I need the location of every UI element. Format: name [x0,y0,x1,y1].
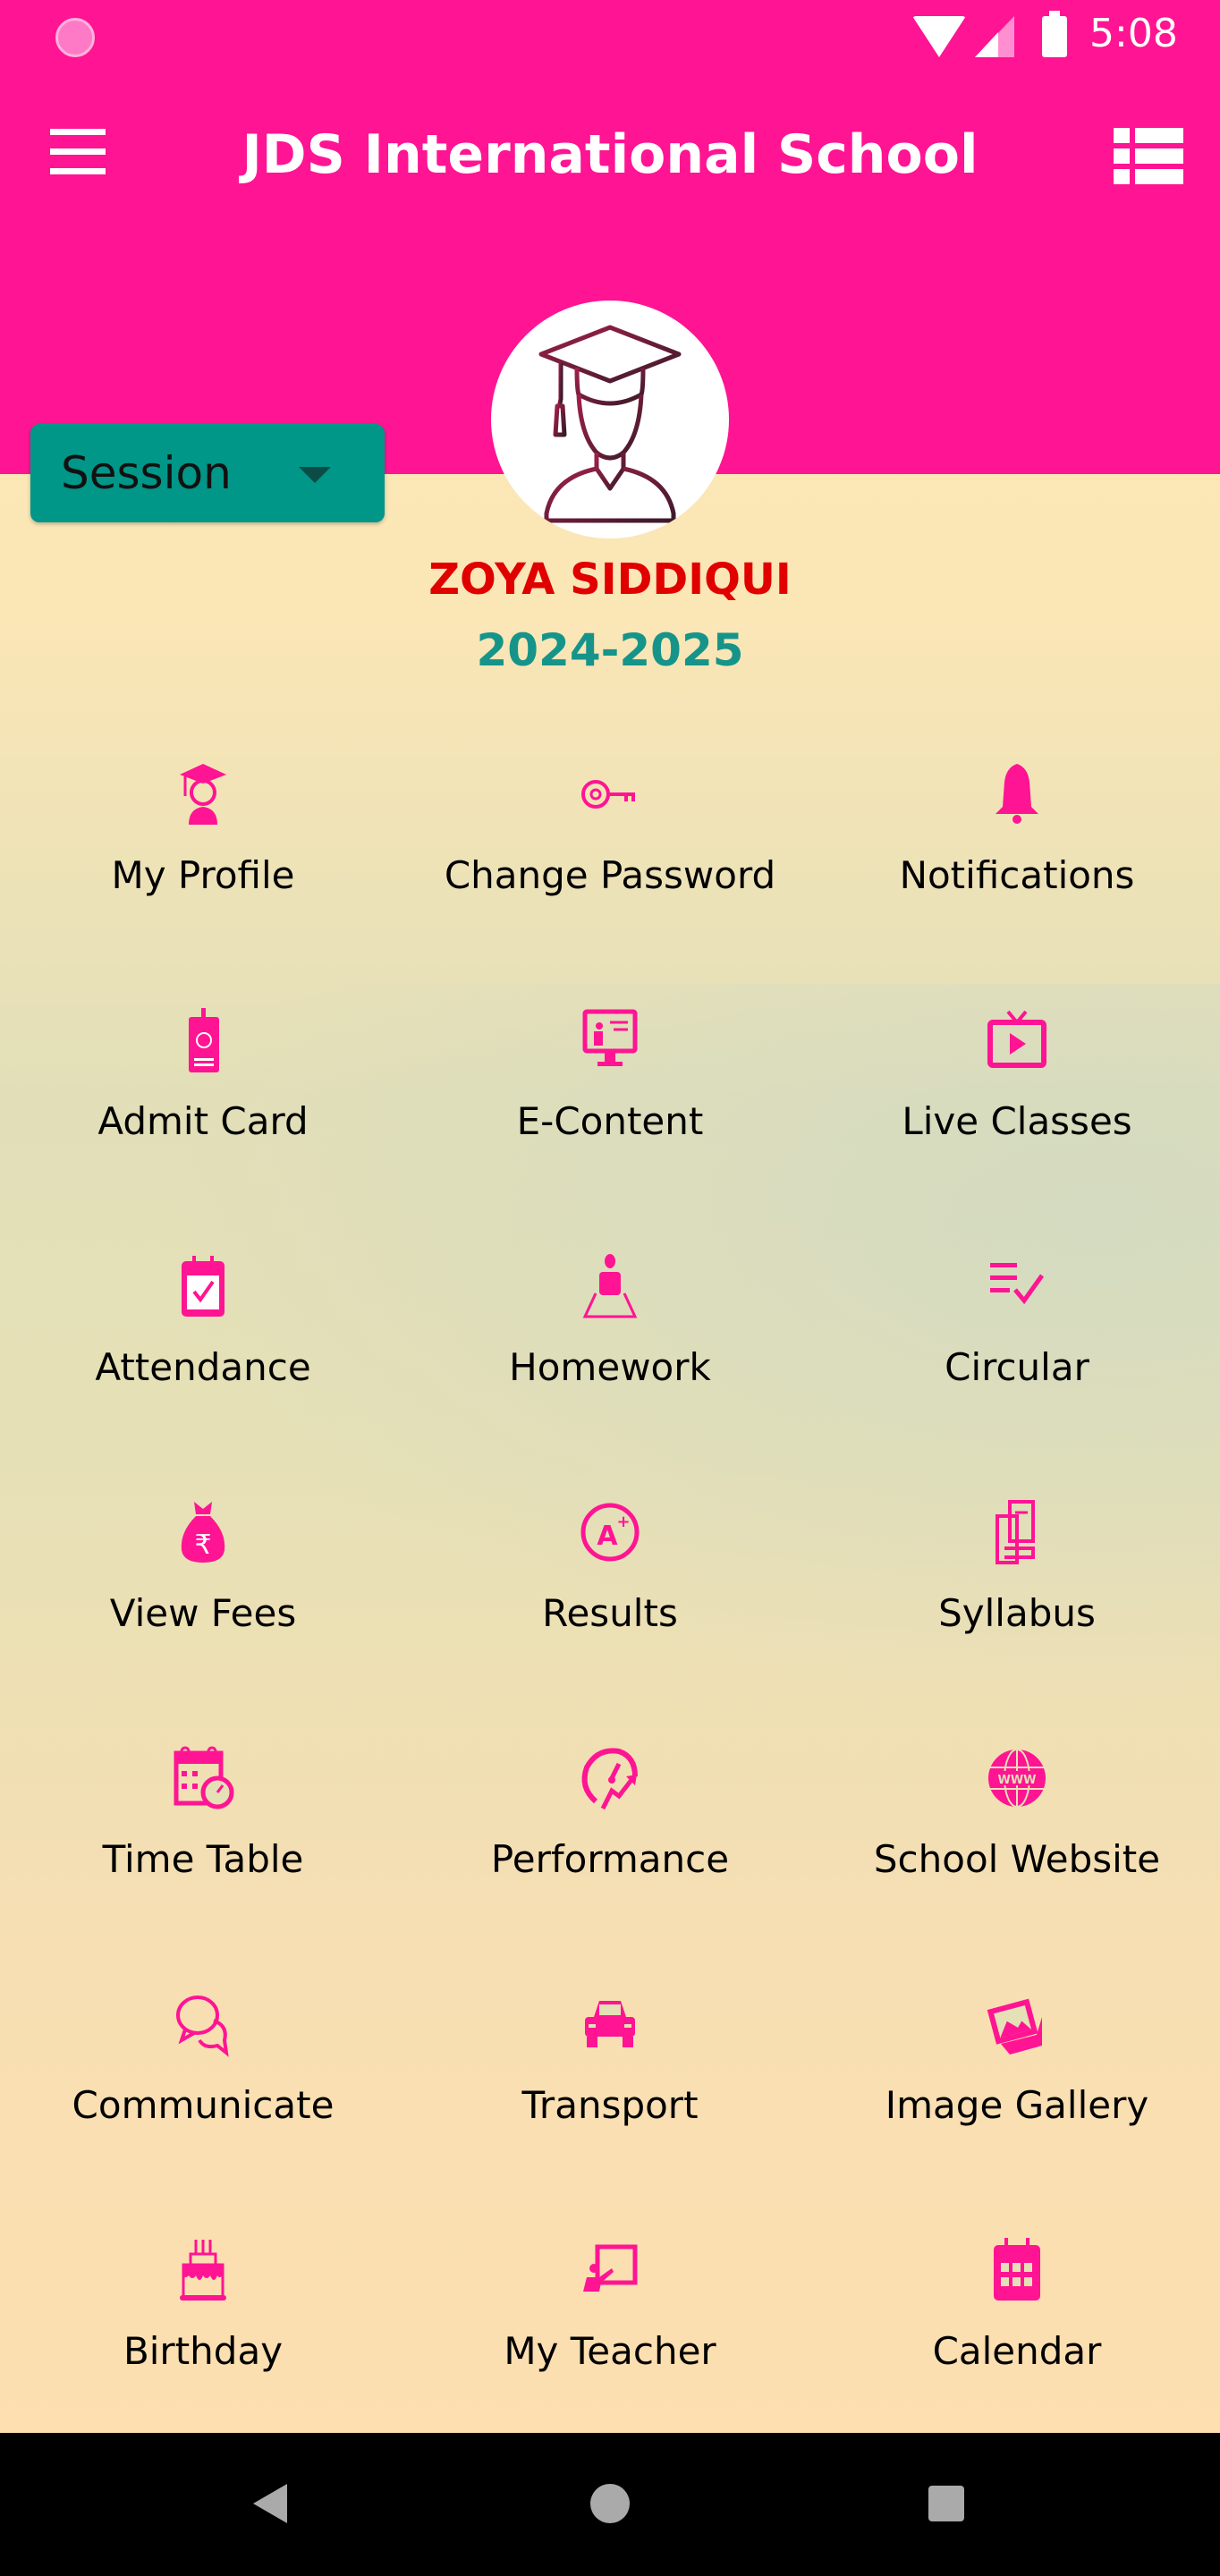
menu-item-change-password[interactable]: Change Password [407,733,813,979]
menu-item-my-profile[interactable]: My Profile [0,733,406,979]
menu-item-label: My Teacher [504,2329,716,2373]
id-card-icon [189,1008,219,1072]
money-bag-rupee-icon: ₹ [181,1502,225,1563]
graduate-avatar-icon [538,325,682,523]
calendar-check-icon [182,1256,225,1317]
page-title: JDS International School [241,123,979,186]
menu-item-performance[interactable]: Performance [407,1717,813,1963]
menu-item-calendar[interactable]: Calendar [814,2209,1220,2455]
menu-item-label: View Fees [109,1591,297,1635]
teacher-board-icon [583,2244,638,2292]
chevron-down-icon [299,467,331,483]
menu-item-label: Notifications [899,853,1135,897]
books-icon [995,1500,1035,1564]
menu-item-label: Transport [521,2083,699,2127]
avatar[interactable] [491,301,729,538]
student-name: ZOYA SIDDIQUI [428,555,792,605]
list-view-icon[interactable] [1114,128,1183,185]
status-bar: 5:08 [0,0,1220,73]
back-icon[interactable] [253,2484,287,2523]
menu-item-homework[interactable]: Homework [407,1225,813,1471]
app-notification-icon [55,18,95,57]
monitor-teacher-icon [582,1009,638,1066]
menu-item-label: Calendar [932,2329,1102,2373]
svg-text:WWW: WWW [997,1774,1036,1787]
menu-item-label: Time Table [102,1837,304,1881]
menu-item-school-website[interactable]: WWW School Website [814,1717,1220,1963]
list-check-icon [990,1263,1045,1305]
menu-item-label: Results [542,1591,678,1635]
wifi-icon [912,16,966,57]
menu-item-label: Communicate [72,2083,335,2127]
menu-item-live-classes[interactable]: Live Classes [814,979,1220,1225]
menu-item-label: Admit Card [97,1099,309,1143]
calendar-clock-icon [174,1746,234,1809]
menu-item-label: Change Password [444,853,776,897]
menu-item-birthday[interactable]: Birthday [0,2209,406,2455]
graduate-icon [180,764,226,825]
session-year: 2024-2025 [476,624,744,676]
key-icon [581,780,635,809]
menu-item-label: My Profile [111,853,295,897]
grade-a-plus-icon: A + [580,1503,640,1562]
menu-item-communicate[interactable]: Communicate [0,1963,406,2209]
menu-item-label: Birthday [123,2329,284,2373]
menu-item-label: Circular [945,1345,1089,1389]
car-icon [585,2001,635,2047]
menu-item-view-fees[interactable]: ₹ View Fees [0,1471,406,1717]
menu-item-label: Performance [490,1837,730,1881]
menu-item-notifications[interactable]: Notifications [814,733,1220,979]
menu-item-my-teacher[interactable]: My Teacher [407,2209,813,2455]
menu-item-e-content[interactable]: E-Content [407,979,813,1225]
menu-item-label: Image Gallery [885,2083,1149,2127]
status-time: 5:08 [1089,11,1178,56]
home-icon[interactable] [590,2484,630,2523]
menu-item-label: Attendance [95,1345,311,1389]
recents-icon[interactable] [928,2486,964,2521]
menu-item-image-gallery[interactable]: Image Gallery [814,1963,1220,2209]
tv-play-icon [987,1010,1046,1068]
menu-item-label: Syllabus [938,1591,1096,1635]
menu-item-attendance[interactable]: Attendance [0,1225,406,1471]
menu-item-label: School Website [873,1837,1161,1881]
photos-icon [987,1998,1042,2055]
birthday-cake-icon [180,2240,226,2301]
menu-item-syllabus[interactable]: Syllabus [814,1471,1220,1717]
svg-text:₹: ₹ [194,1530,211,1561]
menu-item-results[interactable]: A + Results [407,1471,813,1717]
menu-item-circular[interactable]: Circular [814,1225,1220,1471]
session-dropdown-label: Session [61,447,232,499]
menu-item-transport[interactable]: Transport [407,1963,813,2209]
svg-text:A: A [597,1521,618,1552]
bell-icon [995,764,1038,824]
menu-item-label: Live Classes [902,1099,1132,1143]
chat-bubbles-icon [176,1996,229,2057]
menu-item-time-table[interactable]: Time Table [0,1717,406,1963]
globe-www-icon: WWW [988,1749,1046,1808]
menu-item-label: Homework [509,1345,711,1389]
menu-item-label: E-Content [516,1099,704,1143]
calendar-grid-icon [994,2238,1040,2301]
battery-icon [1042,11,1067,57]
session-dropdown[interactable]: Session [30,424,385,522]
speedometer-growth-icon [581,1748,638,1810]
menu-item-admit-card[interactable]: Admit Card [0,979,406,1225]
reading-student-icon [582,1254,638,1318]
signal-strength-fill [975,32,998,57]
svg-text:+: + [616,1513,630,1531]
